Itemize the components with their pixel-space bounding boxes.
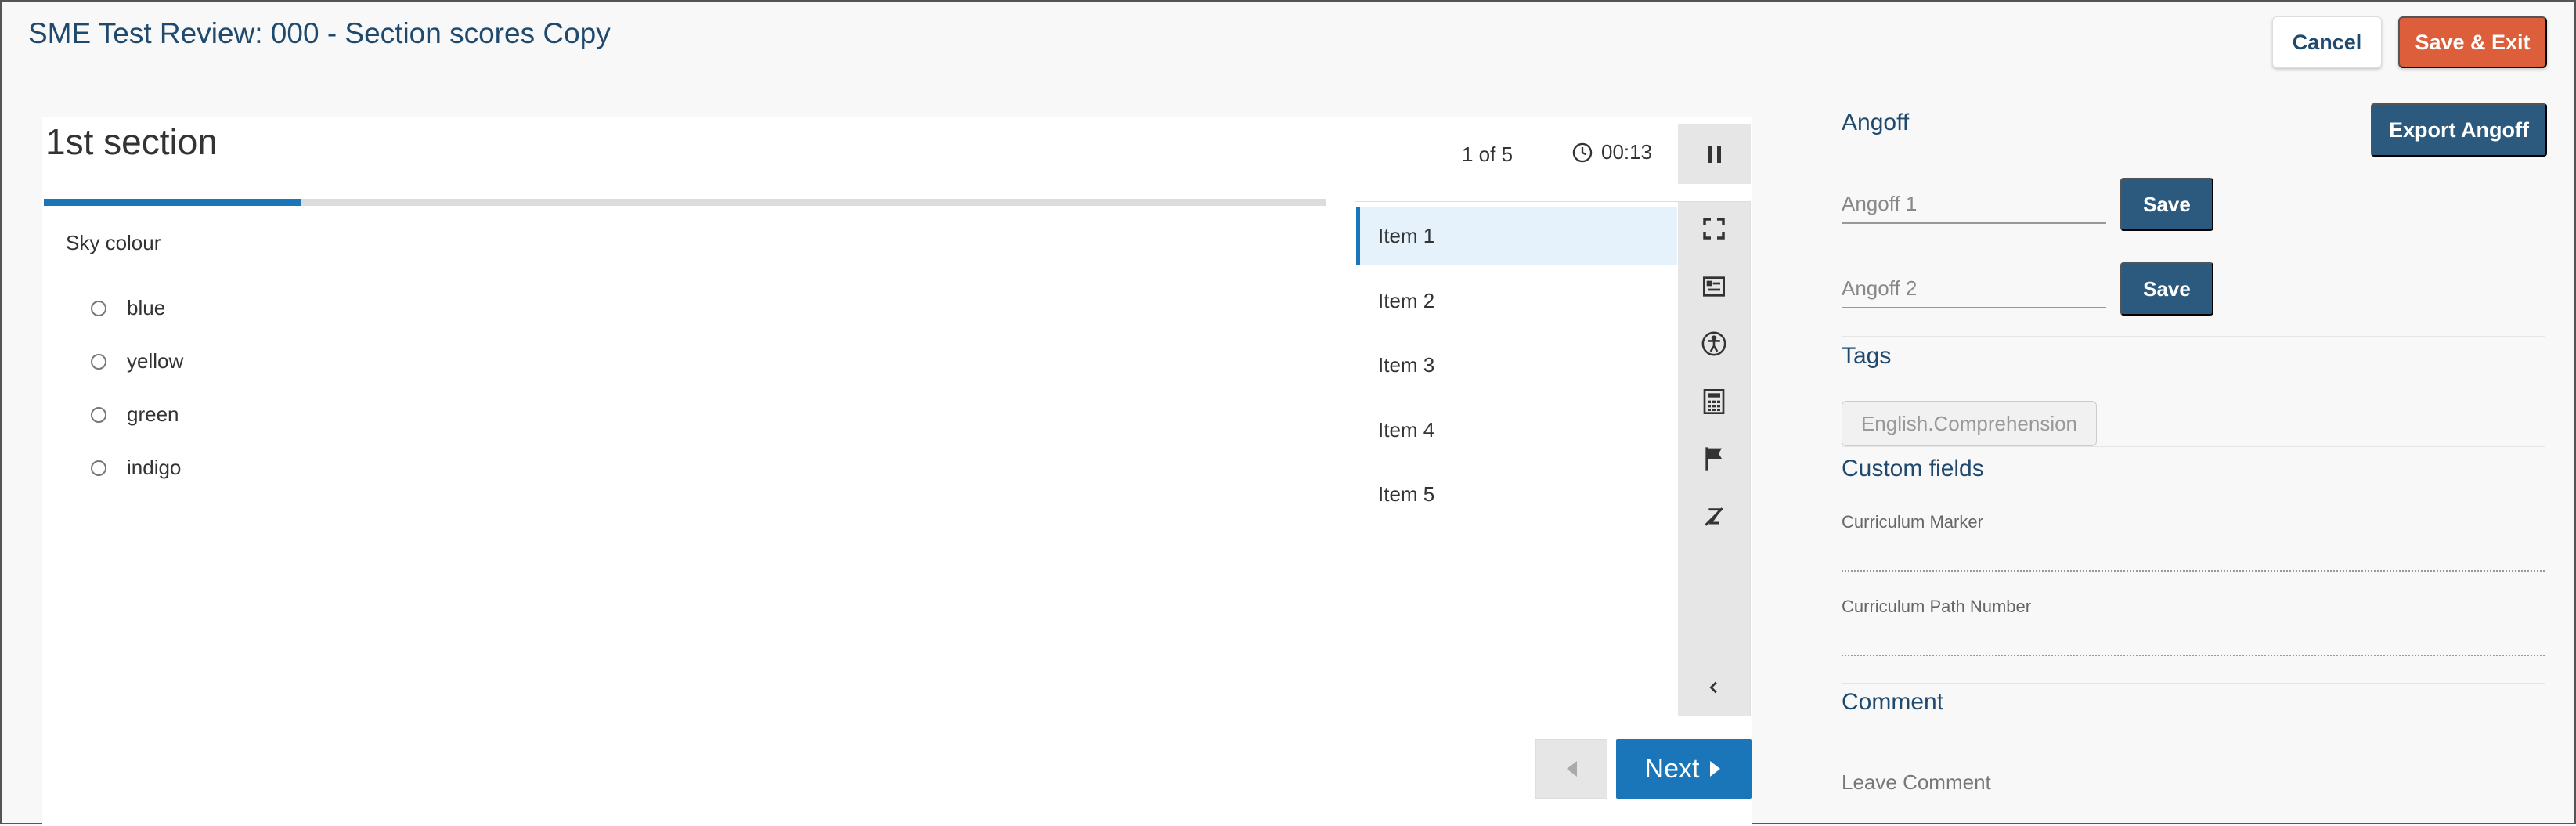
question-text: Sky colour <box>66 231 161 254</box>
radio-icon[interactable] <box>91 406 106 423</box>
section-title: 1st section <box>45 121 218 162</box>
timer-value: 00:13 <box>1601 140 1653 164</box>
triangle-left-icon <box>1567 761 1577 777</box>
accessibility-icon <box>1701 331 1726 356</box>
flag-icon <box>1705 447 1722 471</box>
save-angoff-1-button[interactable]: Save <box>2120 178 2213 231</box>
list-details-icon <box>1703 276 1725 297</box>
next-label: Next <box>1644 753 1700 784</box>
page-title: SME Test Review: 000 - Section scores Co… <box>28 17 611 49</box>
custom-fields-heading: Custom fields <box>1842 456 1984 482</box>
comment-heading: Comment <box>1842 689 1944 715</box>
clock-icon <box>1572 142 1593 162</box>
item-list-entry[interactable]: Item 5 <box>1356 465 1677 523</box>
curriculum-path-number-label: Curriculum Path Number <box>1842 597 2032 616</box>
save-exit-button[interactable]: Save & Exit <box>2398 16 2547 68</box>
radio-icon[interactable] <box>91 300 106 316</box>
pause-icon <box>1708 146 1721 163</box>
tags-heading: Tags <box>1842 343 1892 369</box>
option-label: blue <box>127 296 166 319</box>
answer-option[interactable]: indigo <box>91 456 181 480</box>
calculator-icon <box>1703 389 1725 414</box>
item-list-entry[interactable]: Item 2 <box>1356 272 1677 330</box>
answer-option[interactable]: blue <box>91 296 165 320</box>
export-angoff-button[interactable]: Export Angoff <box>2371 103 2547 157</box>
pause-button[interactable] <box>1678 124 1751 184</box>
angoff-2-input[interactable]: Angoff 2 <box>1842 269 2106 308</box>
progress-fill <box>44 199 301 206</box>
timer: 00:13 <box>1571 140 1652 164</box>
option-label: yellow <box>127 349 184 373</box>
item-counter: 1 of 5 <box>1462 142 1513 166</box>
accessibility-button[interactable] <box>1678 320 1750 367</box>
fullscreen-button[interactable] <box>1678 205 1750 252</box>
item-list-entry[interactable]: Item 4 <box>1356 401 1677 459</box>
divider <box>1842 336 2545 337</box>
fullscreen-icon <box>1703 218 1725 240</box>
angoff-1-input[interactable]: Angoff 1 <box>1842 185 2106 224</box>
collapse-panel-button[interactable] <box>1678 664 1750 711</box>
comment-input[interactable]: Leave Comment <box>1842 770 1991 795</box>
curriculum-path-number-field[interactable] <box>1842 655 2545 656</box>
flag-button[interactable] <box>1678 435 1750 482</box>
curriculum-marker-label: Curriculum Marker <box>1842 512 1983 532</box>
angoff-heading: Angoff <box>1842 110 1910 135</box>
triangle-right-icon <box>1710 761 1721 777</box>
divider <box>1842 446 2545 447</box>
item-list-entry[interactable]: Item 3 <box>1356 336 1677 394</box>
strikethrough-icon <box>1705 507 1723 526</box>
radio-icon[interactable] <box>91 353 106 370</box>
radio-icon[interactable] <box>91 460 106 476</box>
option-label: green <box>127 402 179 426</box>
calculator-button[interactable] <box>1678 378 1750 425</box>
previous-button[interactable] <box>1535 739 1607 799</box>
curriculum-marker-field[interactable] <box>1842 570 2545 572</box>
item-list-entry[interactable]: Item 1 <box>1356 207 1677 265</box>
save-angoff-2-button[interactable]: Save <box>2120 262 2213 316</box>
next-button[interactable]: Next <box>1616 739 1752 799</box>
cancel-button[interactable]: Cancel <box>2272 16 2382 68</box>
answer-option[interactable]: yellow <box>91 349 183 373</box>
divider <box>1842 683 2545 684</box>
answer-option[interactable]: green <box>91 402 179 427</box>
option-label: indigo <box>127 456 182 479</box>
tag-chip: English.Comprehension <box>1842 401 2097 446</box>
item-details-button[interactable] <box>1678 263 1750 310</box>
chevron-left-icon <box>1709 681 1717 694</box>
strikethrough-button[interactable] <box>1678 493 1750 540</box>
